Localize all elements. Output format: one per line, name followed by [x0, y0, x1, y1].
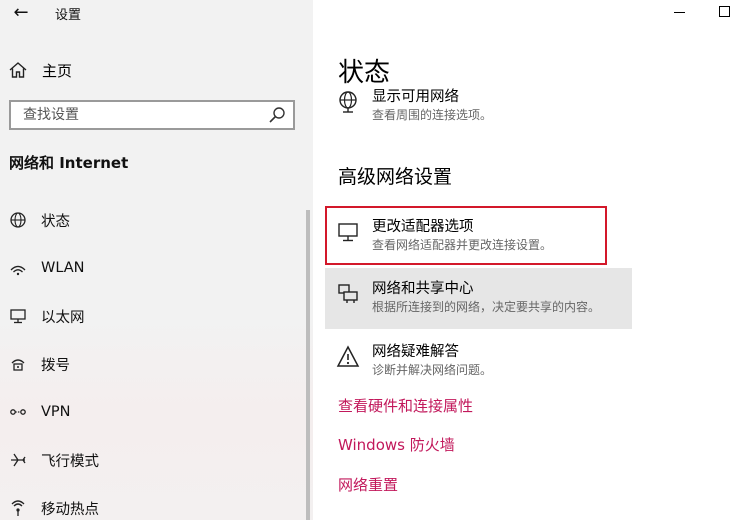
sidebar-scrollbar[interactable] — [306, 210, 310, 520]
maximize-icon[interactable] — [719, 6, 730, 17]
adapter-options-desc: 查看网络适配器并更改连接设置。 — [372, 238, 553, 252]
vpn-icon — [8, 402, 28, 422]
adapter-options-title: 更改适配器选项 — [372, 219, 474, 235]
sidebar-item-label: 飞行模式 — [41, 453, 99, 470]
wifi-icon — [8, 258, 28, 278]
troubleshoot-title: 网络疑难解答 — [372, 344, 459, 360]
sharing-center-title: 网络和共享中心 — [372, 281, 474, 297]
sidebar-item-dialup[interactable]: 拨号 — [8, 352, 70, 376]
sharing-center-desc: 根据所连接到的网络，决定要共享的内容。 — [372, 300, 601, 314]
window-title: 设置 — [55, 8, 82, 23]
sidebar-item-label: WLAN — [41, 260, 85, 276]
monitor-icon — [338, 223, 358, 242]
advanced-settings-title: 高级网络设置 — [338, 166, 453, 188]
sidebar: ← 设置 主页 网络和 Internet 状态 WLAN 以太网 — [0, 0, 313, 520]
globe-icon — [8, 210, 28, 230]
show-networks-item[interactable]: 显示可用网络 查看周围的连接选项。 — [336, 88, 492, 124]
ethernet-icon — [8, 306, 28, 326]
troubleshoot-item[interactable]: 网络疑难解答 诊断并解决网络问题。 — [336, 343, 492, 379]
globe-stand-icon — [339, 91, 357, 113]
sidebar-item-ethernet[interactable]: 以太网 — [8, 304, 85, 328]
search-input[interactable] — [21, 106, 267, 124]
show-networks-desc: 查看周围的连接选项。 — [372, 108, 493, 122]
sidebar-item-airplane[interactable]: 飞行模式 — [8, 448, 99, 472]
sidebar-item-home[interactable]: 主页 — [8, 58, 72, 82]
network-reset-link[interactable]: 网络重置 — [338, 474, 398, 495]
sidebar-item-label: 以太网 — [41, 309, 85, 326]
section-title: 网络和 Internet — [9, 154, 129, 172]
search-icon[interactable] — [267, 105, 287, 125]
firewall-link[interactable]: Windows 防火墙 — [338, 434, 455, 455]
sidebar-item-label: 状态 — [41, 213, 70, 230]
show-networks-title: 显示可用网络 — [372, 89, 459, 105]
minimize-icon[interactable] — [674, 12, 685, 13]
home-label: 主页 — [42, 61, 73, 80]
hardware-properties-link[interactable]: 查看硬件和连接属性 — [338, 395, 473, 416]
home-icon — [9, 62, 27, 78]
search-box[interactable] — [9, 100, 295, 130]
airplane-icon — [8, 450, 28, 470]
sidebar-item-vpn[interactable]: VPN — [8, 400, 71, 424]
sidebar-item-label: 移动热点 — [41, 501, 99, 518]
troubleshoot-desc: 诊断并解决网络问题。 — [372, 363, 493, 377]
warning-icon — [336, 345, 360, 367]
back-arrow-icon[interactable]: ← — [10, 2, 32, 24]
sidebar-item-wlan[interactable]: WLAN — [8, 256, 85, 280]
page-title: 状态 — [338, 58, 391, 88]
adapter-options-item[interactable]: 更改适配器选项 查看网络适配器并更改连接设置。 — [336, 218, 552, 254]
sidebar-item-label: VPN — [41, 404, 71, 420]
printer-network-icon — [338, 284, 358, 303]
dialup-icon — [8, 354, 28, 374]
sidebar-item-hotspot[interactable]: 移动热点 — [8, 496, 99, 520]
hotspot-icon — [8, 498, 28, 518]
sidebar-item-label: 拨号 — [41, 357, 70, 374]
sidebar-item-status[interactable]: 状态 — [8, 208, 70, 232]
sharing-center-item[interactable]: 网络和共享中心 根据所连接到的网络，决定要共享的内容。 — [336, 280, 600, 316]
